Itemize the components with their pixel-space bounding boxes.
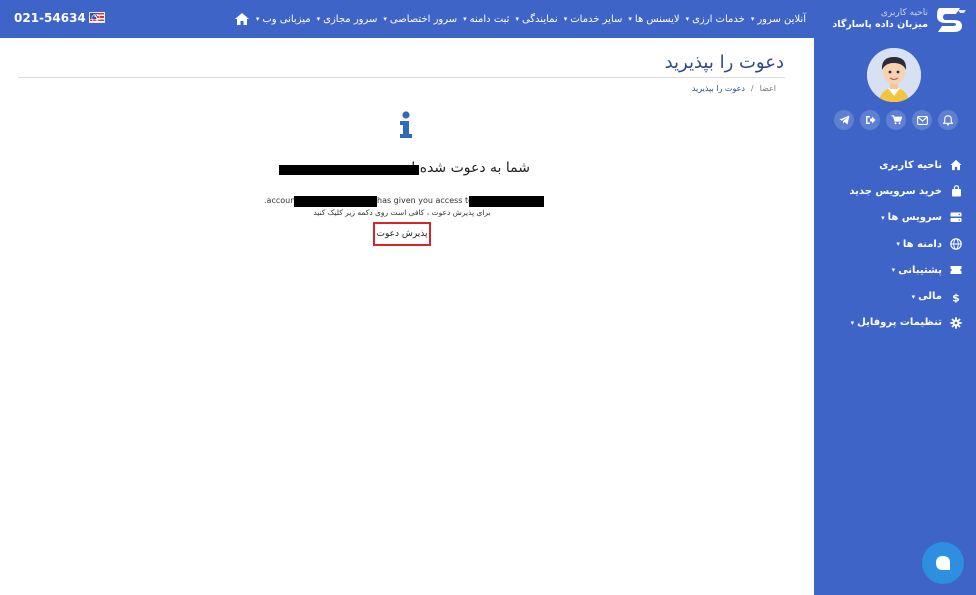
chevron-down-icon: ▾ bbox=[911, 292, 916, 301]
sidebar-nav-item[interactable]: خرید سرویس جدید bbox=[814, 178, 976, 204]
home-icon[interactable] bbox=[234, 11, 250, 27]
ticket-icon bbox=[950, 264, 962, 276]
breadcrumb-separator: / bbox=[750, 84, 754, 93]
chat-bubble-icon bbox=[936, 556, 950, 570]
chevron-down-icon: ▾ bbox=[850, 318, 855, 327]
sidebar-quick-actions bbox=[834, 110, 958, 130]
top-menu-label: ثبت دامنه bbox=[469, 13, 510, 25]
sidebar-nav-label: پشتیبانی bbox=[898, 264, 942, 276]
sidebar-nav-label: سرویس ها bbox=[887, 212, 942, 224]
redacted-inviter bbox=[294, 196, 377, 207]
top-menu-item[interactable]: سرور اختصاصی ▾ bbox=[383, 14, 457, 25]
server-icon bbox=[950, 212, 962, 224]
brand-logo-icon bbox=[937, 8, 966, 32]
gear-icon bbox=[950, 317, 962, 329]
redacted-account bbox=[469, 196, 544, 207]
accept-invitation-button[interactable]: پذیرش دعوت bbox=[373, 222, 431, 246]
home-icon bbox=[950, 159, 962, 171]
top-menu-item[interactable]: سرور مجازی ▾ bbox=[317, 14, 378, 25]
sidebar-nav-label: ناحیه کاربری bbox=[879, 159, 942, 171]
logout-icon[interactable] bbox=[860, 110, 880, 130]
cart-icon[interactable] bbox=[886, 110, 906, 130]
top-menu-label: سرور مجازی bbox=[323, 13, 378, 25]
breadcrumb-members[interactable]: اعضا bbox=[760, 84, 776, 93]
top-menu-item[interactable]: آنلاین سرور ▾ bbox=[751, 14, 806, 25]
chevron-down-icon: ▾ bbox=[563, 15, 568, 23]
top-menu-item[interactable]: ثبت دامنه ▾ bbox=[463, 14, 509, 25]
chevron-down-icon: ▾ bbox=[316, 15, 321, 23]
bell-icon[interactable] bbox=[938, 110, 958, 130]
sidebar-nav-item[interactable]: ▾ تنظیمات پروفایل bbox=[814, 310, 976, 336]
brand-name: میزبان داده پاسارگاد bbox=[832, 19, 928, 30]
sidebar-nav-item[interactable]: ▾ دامنه ها bbox=[814, 231, 976, 257]
globe-icon bbox=[950, 238, 962, 250]
top-menu-label: آنلاین سرور bbox=[757, 13, 806, 25]
bag-icon bbox=[950, 185, 962, 197]
chevron-down-icon: ▾ bbox=[628, 15, 632, 23]
sidebar-nav-item[interactable]: ▾ پشتیبانی bbox=[814, 257, 976, 283]
support-phone[interactable]: 021-54634 ✆ bbox=[14, 11, 100, 25]
breadcrumb: اعضا / دعوت را بپذیرید bbox=[692, 84, 776, 93]
top-menu: میزبانی وب ▾ سرور مجازی ▾ سرور اختصاصی ▾ ثبت د… bbox=[223, 0, 806, 38]
info-icon bbox=[400, 111, 412, 138]
phone-number: 021-54634 bbox=[14, 11, 86, 25]
sidebar-nav-item[interactable]: ▾ سرویس ها bbox=[814, 205, 976, 231]
sidebar-nav: ناحیه کاربری خرید سرویس جدید ▾ سرویس ها ▾ دام… bbox=[814, 152, 976, 336]
brand[interactable]: ناحیه کاربری میزبان داده پاسارگاد bbox=[832, 4, 968, 34]
sidebar-nav-label: مالی bbox=[918, 291, 942, 303]
sidebar-nav-label: خرید سرویس جدید bbox=[849, 185, 942, 197]
breadcrumb-current: دعوت را بپذیرید bbox=[691, 84, 745, 93]
top-menu-label: سایر خدمات bbox=[570, 13, 623, 25]
chevron-down-icon: ▾ bbox=[891, 266, 896, 275]
chevron-down-icon: ▾ bbox=[896, 240, 900, 249]
sidebar-nav-label: دامنه ها bbox=[902, 238, 942, 250]
title-divider bbox=[18, 77, 785, 78]
phone-icon: ✆ bbox=[90, 11, 100, 25]
sidebar-nav-item[interactable]: ▾ مالی $ bbox=[814, 283, 976, 309]
top-menu-item[interactable]: لایسنس ها ▾ bbox=[628, 14, 679, 25]
chevron-down-icon: ▾ bbox=[881, 213, 885, 222]
sidebar-nav-item[interactable]: ناحیه کاربری bbox=[814, 152, 976, 178]
sidebar: ناحیه کاربری میزبان داده پاسارگاد ناحیه … bbox=[814, 0, 976, 595]
chat-button[interactable] bbox=[922, 542, 964, 584]
top-menu-item[interactable]: نمایندگی ▾ bbox=[515, 14, 557, 25]
top-menu-label: نمایندگی bbox=[521, 13, 558, 25]
top-menu-label: لایسنس ها bbox=[634, 13, 680, 25]
chevron-down-icon: ▾ bbox=[685, 15, 690, 23]
chevron-down-icon: ▾ bbox=[515, 15, 519, 23]
top-menu-item[interactable]: میزبانی وب ▾ bbox=[256, 14, 311, 25]
top-menu-item[interactable]: سایر خدمات ▾ bbox=[564, 14, 623, 25]
dollar-icon: $ bbox=[950, 291, 962, 303]
redacted-team-name bbox=[279, 165, 419, 175]
brand-subtitle: ناحیه کاربری bbox=[880, 8, 928, 18]
top-menu-item[interactable]: خدمات ارزی ▾ bbox=[686, 14, 745, 25]
top-menu-label: خدمات ارزی bbox=[692, 13, 745, 25]
telegram-icon[interactable] bbox=[834, 110, 854, 130]
envelope-icon[interactable] bbox=[912, 110, 932, 130]
chevron-down-icon: ▾ bbox=[750, 15, 755, 23]
instruction-text: برای پذیرش دعوت ، کافی است روی دکمه زیر … bbox=[313, 208, 491, 217]
top-menu-label: سرور اختصاصی bbox=[389, 13, 458, 25]
avatar[interactable] bbox=[867, 48, 921, 102]
chevron-down-icon: ▾ bbox=[255, 15, 260, 23]
chevron-down-icon: ▾ bbox=[383, 15, 387, 23]
sidebar-nav-label: تنظیمات پروفایل bbox=[857, 317, 942, 329]
top-navbar: 021-54634 ✆ میزبانی وب ▾ سرور مجازی ▾ سرور ا… bbox=[0, 0, 814, 38]
top-menu-label: میزبانی وب bbox=[262, 13, 311, 25]
svg-text:$: $ bbox=[952, 291, 960, 303]
page-title: دعوت را بپذیرید bbox=[664, 52, 784, 73]
chevron-down-icon: ▾ bbox=[463, 15, 467, 23]
